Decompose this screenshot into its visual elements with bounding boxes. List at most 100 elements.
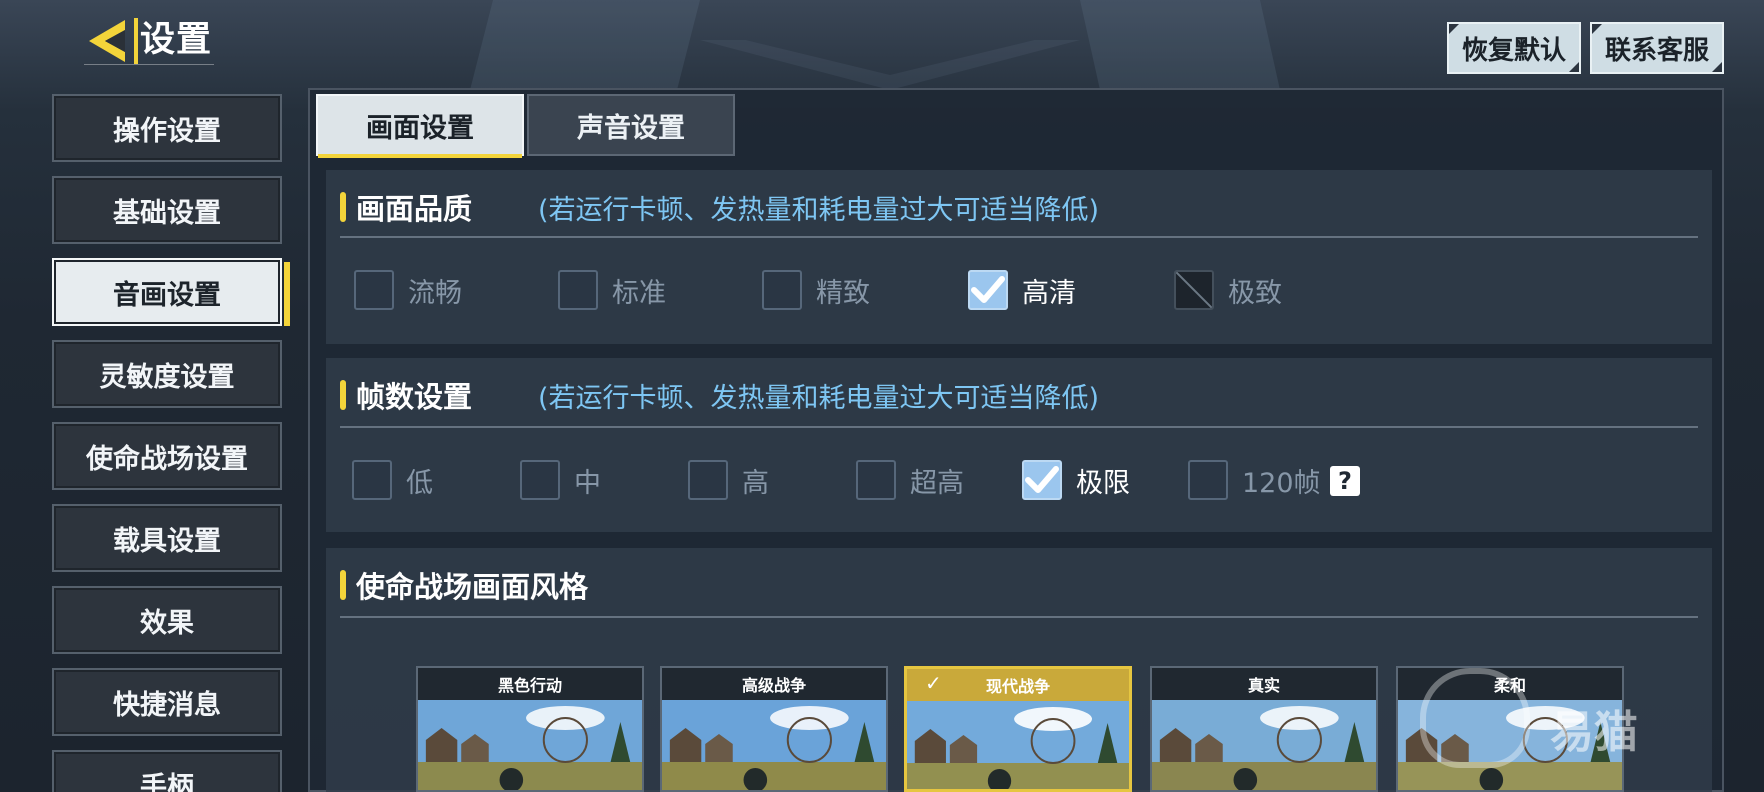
sidebar-item-battleground[interactable]: 使命战场设置	[52, 422, 282, 490]
title-divider	[134, 18, 138, 64]
checkbox[interactable]	[354, 270, 394, 310]
fps-option-120[interactable]: 120帧	[1188, 460, 1321, 500]
checkbox-checked[interactable]	[968, 270, 1008, 310]
option-label: 极限	[1076, 467, 1130, 499]
background-shape	[700, 40, 1080, 90]
sidebar-item-label: 音画设置	[113, 279, 221, 311]
option-label: 中	[574, 467, 601, 499]
option-label: 精致	[816, 277, 870, 309]
section-title: 帧数设置	[356, 380, 473, 414]
option-label: 120帧	[1242, 467, 1321, 499]
back-button[interactable]	[84, 16, 132, 66]
sidebar-item-label: 快捷消息	[113, 689, 221, 721]
section-marker	[340, 380, 346, 410]
checkbox[interactable]	[520, 460, 560, 500]
sidebar-item-label: 基础设置	[113, 197, 221, 229]
style-card-advanced-warfare[interactable]: 高级战争	[660, 666, 888, 792]
scene-thumbnail	[1152, 700, 1376, 790]
option-label: 高清	[1022, 277, 1076, 309]
scene-thumbnail	[907, 701, 1129, 789]
section-marker	[340, 192, 346, 222]
option-label: 极致	[1228, 277, 1282, 309]
checkbox[interactable]	[856, 460, 896, 500]
sidebar-item-controller[interactable]: 手柄	[52, 750, 282, 792]
checkbox[interactable]	[688, 460, 728, 500]
sidebar-item-label: 效果	[140, 607, 194, 639]
cat-logo-icon	[1420, 668, 1530, 768]
tab-graphics[interactable]: 画面设置	[316, 94, 524, 158]
frame-rate-section: 帧数设置 (若运行卡顿、发热量和耗电量过大可适当降低) 低 中 高 超高 极限 …	[326, 358, 1712, 532]
checkbox-checked[interactable]	[1022, 460, 1062, 500]
scene-thumbnail	[662, 700, 886, 790]
quality-option-ultra[interactable]: 极致	[1174, 270, 1282, 310]
checkmark-icon	[971, 276, 1005, 303]
title-underline	[84, 64, 214, 65]
quality-option-fine[interactable]: 精致	[762, 270, 870, 310]
page-title: 设置	[140, 20, 213, 60]
graphics-quality-section: 画面品质 (若运行卡顿、发热量和耗电量过大可适当降低) 流畅 标准 精致 高清 …	[326, 170, 1712, 344]
card-label: 现代战争	[985, 677, 1050, 696]
back-arrow-icon	[89, 20, 125, 62]
watermark: 易猫	[1420, 668, 1760, 778]
option-label: 标准	[612, 277, 666, 309]
sidebar-item-label: 操作设置	[113, 115, 221, 147]
fps-option-extreme[interactable]: 极限	[1022, 460, 1130, 500]
section-title: 使命战场画面风格	[356, 570, 589, 604]
section-divider	[340, 426, 1698, 428]
option-label: 超高	[910, 467, 964, 499]
option-label: 高	[742, 467, 769, 499]
card-caption: 真实	[1152, 668, 1376, 700]
active-indicator	[284, 262, 290, 326]
sidebar-item-vehicle[interactable]: 载具设置	[52, 504, 282, 572]
section-marker	[340, 570, 346, 600]
section-title: 画面品质	[356, 192, 473, 226]
card-caption: 高级战争	[662, 668, 886, 700]
card-caption: 黑色行动	[418, 668, 642, 700]
quality-option-smooth[interactable]: 流畅	[354, 270, 462, 310]
style-card-realistic[interactable]: 真实	[1150, 666, 1378, 792]
watermark-text: 易猫	[1550, 707, 1638, 758]
sidebar-item-controls[interactable]: 操作设置	[52, 94, 282, 162]
quality-option-hd[interactable]: 高清	[968, 270, 1076, 310]
checkbox[interactable]	[762, 270, 802, 310]
card-label: 黑色行动	[497, 676, 562, 695]
checkmark-icon	[1025, 466, 1059, 493]
section-divider	[340, 616, 1698, 618]
quality-option-standard[interactable]: 标准	[558, 270, 666, 310]
section-hint: (若运行卡顿、发热量和耗电量过大可适当降低)	[538, 195, 1100, 226]
sidebar-item-sensitivity[interactable]: 灵敏度设置	[52, 340, 282, 408]
checkbox[interactable]	[558, 270, 598, 310]
section-hint: (若运行卡顿、发热量和耗电量过大可适当降低)	[538, 383, 1100, 414]
sidebar-item-label: 使命战场设置	[86, 443, 248, 475]
card-caption: ✓ 现代战争	[907, 669, 1129, 701]
fps-option-high[interactable]: 高	[688, 460, 769, 500]
option-label: 低	[406, 467, 433, 499]
sidebar-item-quick-messages[interactable]: 快捷消息	[52, 668, 282, 736]
checkmark-icon: ✓	[925, 671, 942, 695]
sidebar-item-label: 手柄	[140, 771, 194, 792]
checkbox[interactable]	[1188, 460, 1228, 500]
question-mark-icon[interactable]: ?	[1330, 466, 1360, 496]
section-divider	[340, 236, 1698, 238]
fps-option-medium[interactable]: 中	[520, 460, 601, 500]
contact-support-button[interactable]: 联系客服	[1590, 22, 1724, 74]
sidebar-item-label: 灵敏度设置	[99, 361, 235, 393]
checkbox[interactable]	[352, 460, 392, 500]
sidebar-item-effects[interactable]: 效果	[52, 586, 282, 654]
card-label: 高级战争	[741, 676, 806, 695]
card-label: 真实	[1247, 676, 1280, 695]
scene-thumbnail	[418, 700, 642, 790]
background-shape	[470, 0, 700, 90]
style-card-black-ops[interactable]: 黑色行动	[416, 666, 644, 792]
background-shape	[1080, 0, 1280, 90]
sidebar-item-label: 载具设置	[113, 525, 221, 557]
fps-option-ultra-high[interactable]: 超高	[856, 460, 964, 500]
sidebar-item-audio-visual[interactable]: 音画设置	[52, 258, 290, 326]
style-card-modern-warfare[interactable]: ✓ 现代战争	[904, 666, 1132, 792]
checkbox-disabled[interactable]	[1174, 270, 1214, 310]
tab-sound[interactable]: 声音设置	[527, 94, 735, 156]
option-label: 流畅	[408, 277, 462, 309]
fps-option-low[interactable]: 低	[352, 460, 433, 500]
sidebar-item-basic[interactable]: 基础设置	[52, 176, 282, 244]
restore-default-button[interactable]: 恢复默认	[1447, 22, 1581, 74]
